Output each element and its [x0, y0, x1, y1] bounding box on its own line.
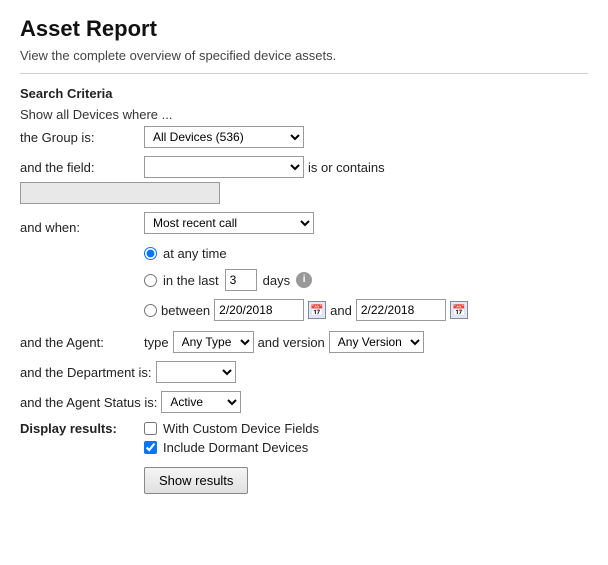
agent-type-select[interactable]: Any Type [173, 331, 254, 353]
date-to-input[interactable] [356, 299, 446, 321]
when-select[interactable]: Most recent call [144, 212, 314, 234]
dept-row: and the Department is: [20, 361, 588, 383]
show-all-label: Show all Devices where ... [20, 107, 588, 122]
days-input[interactable] [225, 269, 257, 291]
is-or-contains-label: is or contains [308, 160, 385, 175]
agent-label: and the Agent: [20, 335, 140, 350]
when-row: and when: Most recent call at any time i… [20, 212, 588, 321]
divider [20, 73, 588, 74]
dormant-label: Include Dormant Devices [163, 440, 308, 455]
days-label: days [263, 273, 290, 288]
radio-between-row: between 📅 and 📅 [144, 299, 468, 321]
status-select[interactable]: Active Inactive Any [161, 391, 241, 413]
show-results-button[interactable]: Show results [144, 467, 248, 494]
agent-row: and the Agent: type Any Type and version… [20, 331, 588, 353]
group-label: the Group is: [20, 130, 140, 145]
group-select[interactable]: All Devices (536) [144, 126, 304, 148]
agent-controls: type Any Type and version Any Version [144, 331, 424, 353]
radio-in-last-label: in the last [163, 273, 219, 288]
calendar-from-icon[interactable]: 📅 [308, 301, 326, 319]
radio-between[interactable] [144, 304, 157, 317]
contains-input[interactable] [20, 182, 220, 204]
radio-between-label: between [161, 303, 210, 318]
when-block: Most recent call at any time in the last… [144, 212, 468, 321]
dept-select[interactable] [156, 361, 236, 383]
dept-label: and the Department is: [20, 365, 152, 380]
custom-fields-label: With Custom Device Fields [163, 421, 319, 436]
status-row: and the Agent Status is: Active Inactive… [20, 391, 588, 413]
info-icon: i [296, 272, 312, 288]
field-row: and the field: is or contains [20, 156, 588, 204]
field-select[interactable] [144, 156, 304, 178]
page-title: Asset Report [20, 16, 588, 42]
date-from-input[interactable] [214, 299, 304, 321]
display-label: Display results: [20, 421, 140, 436]
display-options: With Custom Device Fields Include Dorman… [144, 421, 319, 494]
dormant-row: Include Dormant Devices [144, 440, 319, 455]
agent-type-prefix: type [144, 335, 169, 350]
calendar-to-icon[interactable]: 📅 [450, 301, 468, 319]
agent-version-prefix: and version [258, 335, 325, 350]
radio-in-last[interactable] [144, 274, 157, 287]
custom-fields-checkbox[interactable] [144, 422, 157, 435]
group-row: the Group is: All Devices (536) [20, 126, 588, 148]
page-subtitle: View the complete overview of specified … [20, 48, 588, 63]
section-title: Search Criteria [20, 86, 588, 101]
radio-any-time-label: at any time [163, 246, 227, 261]
display-row: Display results: With Custom Device Fiel… [20, 421, 588, 494]
agent-version-select[interactable]: Any Version [329, 331, 424, 353]
dormant-checkbox[interactable] [144, 441, 157, 454]
field-label: and the field: [20, 160, 140, 175]
radio-in-last-row: in the last days i [144, 269, 468, 291]
date-and-label: and [330, 303, 352, 318]
radio-any-time[interactable] [144, 247, 157, 260]
custom-fields-row: With Custom Device Fields [144, 421, 319, 436]
when-label: and when: [20, 220, 140, 235]
status-label: and the Agent Status is: [20, 395, 157, 410]
radio-any-time-row: at any time [144, 246, 468, 261]
